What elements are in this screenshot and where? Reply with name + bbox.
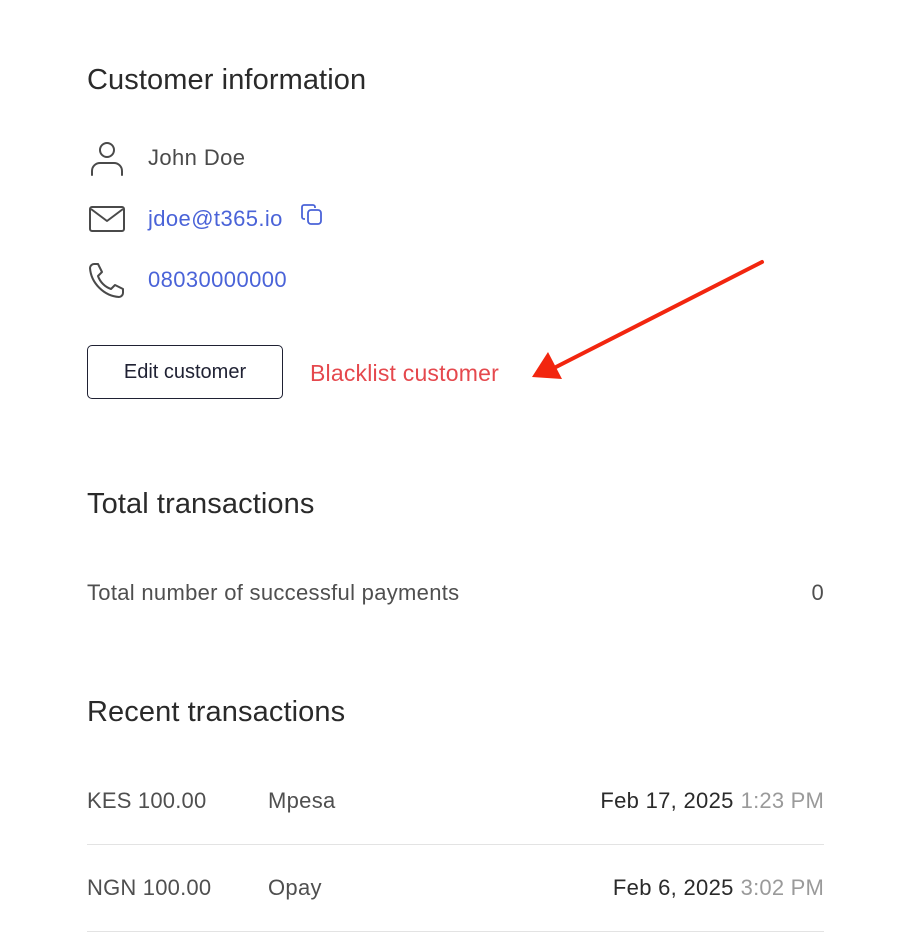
transaction-time: 3:02 PM (740, 875, 824, 900)
copy-icon[interactable] (299, 202, 325, 228)
customer-name-row: John Doe (87, 138, 245, 178)
customer-phone-link[interactable]: 08030000000 (148, 269, 287, 291)
transaction-row[interactable]: NGN 100.00 Opay Feb 6, 2025 3:02 PM (87, 845, 824, 932)
transaction-date-day: Feb 17, 2025 (600, 788, 734, 813)
customer-details-panel: Customer information John Doe jdoe@t365.… (87, 0, 824, 936)
successful-payments-stat: Total number of successful payments 0 (87, 580, 824, 606)
transaction-date: Feb 6, 2025 3:02 PM (613, 875, 824, 901)
transaction-method: Mpesa (268, 788, 336, 813)
customer-email-row: jdoe@t365.io (87, 199, 325, 239)
user-icon (87, 138, 127, 178)
successful-payments-label: Total number of successful payments (87, 580, 460, 605)
successful-payments-value: 0 (811, 580, 824, 605)
mail-icon (87, 199, 127, 239)
customer-phone-row: 08030000000 (87, 260, 287, 300)
transaction-amount: NGN 100.00 (87, 875, 212, 900)
total-transactions-title: Total transactions (87, 488, 315, 520)
transaction-date: Feb 17, 2025 1:23 PM (600, 788, 824, 814)
transaction-amount: KES 100.00 (87, 788, 207, 813)
transaction-date-day: Feb 6, 2025 (612, 875, 734, 900)
transaction-method: Opay (268, 875, 322, 900)
edit-customer-button[interactable]: Edit customer (87, 345, 283, 399)
customer-email-link[interactable]: jdoe@t365.io (148, 208, 283, 230)
transaction-row[interactable]: KES 100.00 Mpesa Feb 17, 2025 1:23 PM (87, 758, 824, 845)
customer-name: John Doe (148, 145, 246, 170)
transaction-time: 1:23 PM (740, 788, 824, 813)
blacklist-customer-button[interactable]: Blacklist customer (310, 356, 499, 390)
customer-information-title: Customer information (87, 64, 367, 96)
phone-icon (87, 260, 127, 300)
recent-transactions-title: Recent transactions (87, 696, 346, 728)
